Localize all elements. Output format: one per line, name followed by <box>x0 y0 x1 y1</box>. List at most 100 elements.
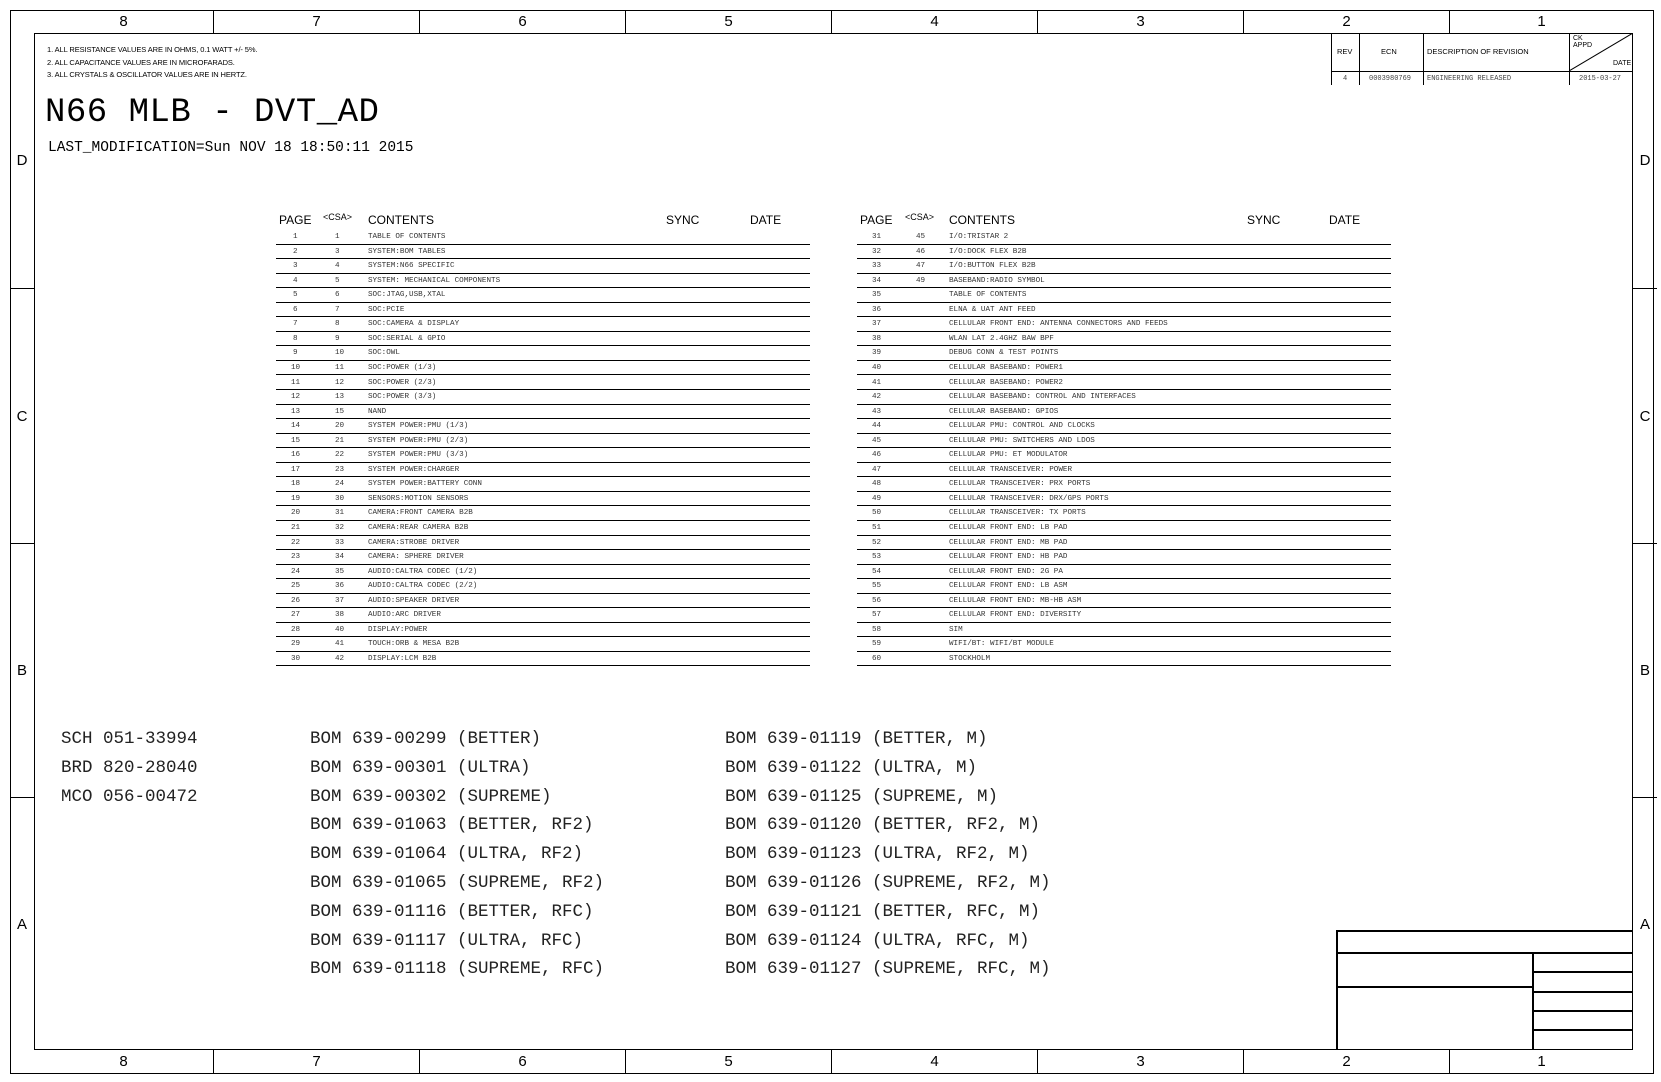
toc-contents: DISPLAY:LCM B2B <box>368 654 437 663</box>
title-block <box>1336 930 1633 1050</box>
toc-contents: BASEBAND:RADIO SYMBOL <box>949 276 1045 285</box>
toc-row: 18 24 SYSTEM POWER:BATTERY CONN <box>276 477 810 492</box>
toc-contents: SOC:OWL <box>368 349 400 358</box>
toc-row: 21 32 CAMERA:REAR CAMERA B2B <box>276 521 810 536</box>
toc-contents: TABLE OF CONTENTS <box>949 291 1027 300</box>
toc-row: 36 ELNA & UAT ANT FEED <box>857 303 1391 318</box>
toc-csa-number: 3 <box>335 247 340 256</box>
toc-row: 48 CELLULAR TRANSCEIVER: PRX PORTS <box>857 477 1391 492</box>
toc-row: 6 7 SOC:PCIE <box>276 303 810 318</box>
toc-row: 34 49 BASEBAND:RADIO SYMBOL <box>857 274 1391 289</box>
toc-contents: CELLULAR TRANSCEIVER: TX PORTS <box>949 509 1086 518</box>
toc-page-number: 54 <box>872 567 882 576</box>
zone-ruler-left: DCB A <box>10 33 34 1050</box>
toc-contents: AUDIO:ARC DRIVER <box>368 611 441 620</box>
toc-csa-number: 22 <box>335 451 345 460</box>
bom-entry: BOM 639-01064 (ULTRA, RF2) <box>310 844 584 865</box>
toc-row: 52 CELLULAR FRONT END: MB PAD <box>857 536 1391 551</box>
toc-row: 14 20 SYSTEM POWER:PMU (1/3) <box>276 419 810 434</box>
toc-contents: CELLULAR BASEBAND: GPIOS <box>949 407 1059 416</box>
zone-label: 8 <box>34 1050 214 1073</box>
toc-contents: SYSTEM POWER:BATTERY CONN <box>368 480 482 489</box>
toc-row: 23 34 CAMERA: SPHERE DRIVER <box>276 550 810 565</box>
zone-label: 7 <box>214 1050 420 1073</box>
toc-contents: CELLULAR FRONT END: MB-HB ASM <box>949 596 1082 605</box>
part-number-id: BRD 820-28040 <box>61 757 198 778</box>
toc-contents: CELLULAR FRONT END: 2G PA <box>949 567 1063 576</box>
toc-contents: CAMERA:STROBE DRIVER <box>368 538 460 547</box>
toc-csa-number: 33 <box>335 538 345 547</box>
toc-csa-number: 7 <box>335 305 340 314</box>
toc-contents: SOC:PCIE <box>368 305 405 314</box>
zone-label: 4 <box>832 10 1038 33</box>
note-line: 1. ALL RESISTANCE VALUES ARE IN OHMS, 0.… <box>47 45 258 54</box>
toc-csa-number: 20 <box>335 422 345 431</box>
toc-header-date: DATE <box>1329 213 1361 227</box>
zone-label: 1 <box>1537 1053 1546 1070</box>
zone-label: 1 <box>1537 13 1546 30</box>
toc-row: 32 46 I/O:DOCK FLEX B2B <box>857 245 1391 260</box>
toc-page-number: 7 <box>293 320 298 329</box>
bom-entry: BOM 639-01124 (ULTRA, RFC, M) <box>725 930 1030 951</box>
toc-page-number: 34 <box>872 276 882 285</box>
toc-contents: SOC:POWER (1/3) <box>368 363 437 372</box>
toc-row: 9 10 SOC:OWL <box>276 346 810 361</box>
toc-csa-number: 13 <box>335 393 345 402</box>
toc-contents: AUDIO:CALTRA CODEC (1/2) <box>368 567 478 576</box>
toc-page-number: 39 <box>872 349 882 358</box>
toc-contents: CELLULAR TRANSCEIVER: POWER <box>949 465 1073 474</box>
toc-page-number: 19 <box>291 494 301 503</box>
toc-row: 49 CELLULAR TRANSCEIVER: DRX/GPS PORTS <box>857 492 1391 507</box>
zone-label: 6 <box>420 10 626 33</box>
zone-label: C <box>1633 289 1657 544</box>
toc-row: 30 42 DISPLAY:LCM B2B <box>276 652 810 667</box>
toc-csa-number: 24 <box>335 480 345 489</box>
toc-contents: CELLULAR FRONT END: DIVERSITY <box>949 611 1082 620</box>
toc-row: 40 CELLULAR BASEBAND: POWER1 <box>857 361 1391 376</box>
toc-page-number: 45 <box>872 436 882 445</box>
toc-page-number: 10 <box>291 363 301 372</box>
toc-page-number: 57 <box>872 611 882 620</box>
zone-label: A <box>16 915 27 933</box>
toc-page-number: 56 <box>872 596 882 605</box>
toc-contents: CELLULAR FRONT END: ANTENNA CONNECTORS A… <box>949 320 1168 329</box>
toc-csa-number: 36 <box>335 582 345 591</box>
toc-contents: CELLULAR FRONT END: HB PAD <box>949 553 1068 562</box>
toc-contents: NAND <box>368 407 387 416</box>
note-line: 2. ALL CAPACITANCE VALUES ARE IN MICROFA… <box>47 57 235 67</box>
bom-entry: BOM 639-01118 (SUPREME, RFC) <box>310 959 605 980</box>
toc-contents: I/O:TRISTAR 2 <box>949 233 1009 241</box>
toc-row: 33 47 I/O:BUTTON FLEX B2B <box>857 259 1391 274</box>
toc-row: 16 22 SYSTEM POWER:PMU (3/3) <box>276 448 810 463</box>
toc-page-number: 26 <box>291 596 301 605</box>
ck-appd-header: CK APPD <box>1573 35 1593 49</box>
toc-row: 38 WLAN LAT 2.4GHZ BAW BPF <box>857 332 1391 347</box>
toc-contents: CAMERA:FRONT CAMERA B2B <box>368 509 473 518</box>
toc-csa-number: 32 <box>335 524 345 532</box>
toc-row: 59 WIFI/BT: WIFI/BT MODULE <box>857 637 1391 652</box>
toc-page-number: 40 <box>872 363 882 372</box>
toc-row: 46 CELLULAR PMU: ET MODULATOR <box>857 448 1391 463</box>
toc-csa-number: 45 <box>916 233 926 241</box>
ecn-value: 0003980769 <box>1369 75 1412 83</box>
toc-row: 26 37 AUDIO:SPEAKER DRIVER <box>276 594 810 609</box>
toc-contents: SENSORS:MOTION SENSORS <box>368 494 469 503</box>
toc-page-number: 35 <box>872 291 882 300</box>
toc-header-csa: <CSA> <box>323 212 353 222</box>
toc-row: 50 CELLULAR TRANSCEIVER: TX PORTS <box>857 506 1391 521</box>
toc-csa-number: 1 <box>335 233 340 241</box>
toc-header-contents: CONTENTS <box>949 213 1015 227</box>
bom-entry: BOM 639-00301 (ULTRA) <box>310 757 531 778</box>
toc-contents: SOC:POWER (2/3) <box>368 378 437 387</box>
toc-row: 17 23 SYSTEM POWER:CHARGER <box>276 463 810 478</box>
bom-entry: BOM 639-01065 (SUPREME, RF2) <box>310 873 605 893</box>
toc-contents: I/O:DOCK FLEX B2B <box>949 247 1027 256</box>
toc-row: 7 8 SOC:CAMERA & DISPLAY <box>276 317 810 332</box>
toc-page-number: 11 <box>291 378 301 387</box>
toc-page-number: 43 <box>872 407 882 416</box>
toc-csa-number: 5 <box>335 276 340 285</box>
toc-contents: TOUCH:ORB & MESA B2B <box>368 640 460 649</box>
toc-csa-number: 10 <box>335 349 345 358</box>
toc-contents: ELNA & UAT ANT FEED <box>949 305 1036 314</box>
toc-row: 2 3 SYSTEM:BOM TABLES <box>276 245 810 260</box>
